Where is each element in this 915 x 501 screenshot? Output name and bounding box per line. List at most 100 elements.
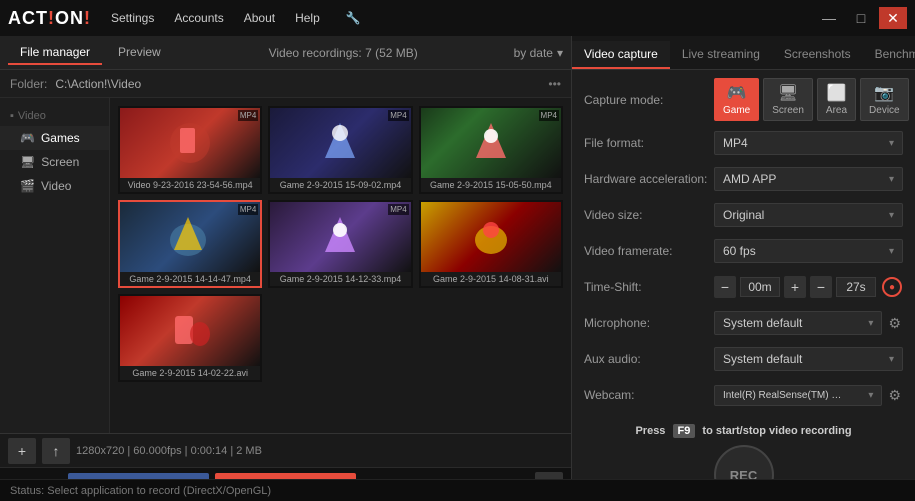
video-icon: 🎬 bbox=[20, 179, 35, 193]
timeshift-minus2-btn[interactable]: − bbox=[810, 276, 832, 298]
video-framerate-value: 60 fps ▾ bbox=[714, 239, 903, 263]
video-framerate-row: Video framerate: 60 fps ▾ bbox=[584, 237, 903, 265]
tab-preview[interactable]: Preview bbox=[106, 41, 173, 65]
tab-benchmark[interactable]: Benchmark bbox=[863, 41, 915, 69]
sidebar-item-games[interactable]: 🎮 Games bbox=[0, 126, 109, 150]
main-container: File manager Preview Video recordings: 7… bbox=[0, 36, 915, 501]
video-thumb-label: Game 2-9-2015 15-05-50.mp4 bbox=[421, 178, 561, 192]
dropdown-arrow-icon: ▾ bbox=[889, 138, 894, 149]
upload-button[interactable]: ↑ bbox=[42, 438, 70, 464]
sort-selector[interactable]: by date ▾ bbox=[514, 46, 563, 60]
video-thumb-3[interactable]: MP4 Game 2-9-2015 15-05-50.mp4 bbox=[419, 106, 563, 194]
nav-settings[interactable]: Settings bbox=[111, 11, 154, 25]
file-format-label: File format: bbox=[584, 136, 714, 150]
nav-help[interactable]: Help bbox=[295, 11, 320, 25]
status-bar: Status: Select application to record (Di… bbox=[0, 479, 915, 501]
hw-accel-dropdown[interactable]: AMD APP ▾ bbox=[714, 167, 903, 191]
video-thumb-label: Video 9-23-2016 23-54-56.mp4 bbox=[120, 178, 260, 192]
dropdown-arrow-icon: ▾ bbox=[889, 210, 894, 221]
timeshift-controls: − 00m + − 27s ● bbox=[714, 276, 903, 298]
video-size-label: Video size: bbox=[584, 208, 714, 222]
titlebar-nav: Settings Accounts About Help 🔧 bbox=[111, 11, 815, 25]
mp4-badge: MP4 bbox=[238, 204, 258, 215]
sidebar-group-video: ▪ Video bbox=[0, 106, 109, 126]
timeshift-plus-btn[interactable]: + bbox=[784, 276, 806, 298]
microphone-gear-button[interactable]: ⚙ bbox=[886, 313, 903, 334]
nav-accounts[interactable]: Accounts bbox=[174, 11, 223, 25]
capture-mode-game[interactable]: 🎮 Game bbox=[714, 78, 759, 121]
wrench-icon[interactable]: 🔧 bbox=[346, 11, 361, 25]
window-controls: — □ ✕ bbox=[815, 7, 907, 29]
left-panel: File manager Preview Video recordings: 7… bbox=[0, 36, 572, 501]
file-format-row: File format: MP4 ▾ bbox=[584, 129, 903, 157]
capture-mode-device[interactable]: 📷 Device bbox=[860, 78, 909, 121]
microphone-label: Microphone: bbox=[584, 316, 714, 330]
video-framerate-label: Video framerate: bbox=[584, 244, 714, 258]
video-thumb-label: Game 2-9-2015 14-14-47.mp4 bbox=[120, 272, 260, 286]
microphone-dropdown[interactable]: System default ▾ bbox=[714, 311, 882, 335]
folder-path: C:\Action!\Video bbox=[55, 77, 141, 91]
mp4-badge: MP4 bbox=[388, 110, 408, 121]
tab-file-manager[interactable]: File manager bbox=[8, 41, 102, 65]
rec-hint: Press F9 to start/stop video recording bbox=[635, 425, 851, 437]
video-framerate-dropdown[interactable]: 60 fps ▾ bbox=[714, 239, 903, 263]
close-button[interactable]: ✕ bbox=[879, 7, 907, 29]
add-button[interactable]: + bbox=[8, 438, 36, 464]
folder-label: Folder: bbox=[10, 77, 47, 91]
video-thumb-label: Game 2-9-2015 14-12-33.mp4 bbox=[270, 272, 410, 286]
aux-audio-dropdown[interactable]: System default ▾ bbox=[714, 347, 903, 371]
sidebar-item-screen[interactable]: 🖥 Screen bbox=[0, 150, 109, 174]
video-thumb-label: Game 2-9-2015 14-02-22.avi bbox=[120, 366, 260, 380]
video-size-dropdown[interactable]: Original ▾ bbox=[714, 203, 903, 227]
video-thumb-5[interactable]: MP4 Game 2-9-2015 14-12-33.mp4 bbox=[268, 200, 412, 288]
device-icon: 📷 bbox=[874, 83, 894, 103]
timeshift-record-btn[interactable]: ● bbox=[882, 277, 902, 297]
file-tabs-row: File manager Preview Video recordings: 7… bbox=[0, 36, 571, 70]
hw-accel-label: Hardware acceleration: bbox=[584, 172, 714, 186]
nav-about[interactable]: About bbox=[244, 11, 275, 25]
right-tabs-row: Video capture Live streaming Screenshots… bbox=[572, 36, 915, 70]
sidebar-group-icon: ▪ bbox=[10, 110, 14, 122]
video-size-row: Video size: Original ▾ bbox=[584, 201, 903, 229]
app-logo: ACT!ON! bbox=[8, 8, 91, 29]
webcam-dropdown[interactable]: Intel(R) RealSense(TM) 3D Camera Vir... … bbox=[714, 385, 882, 406]
microphone-row: Microphone: System default ▾ ⚙ bbox=[584, 309, 903, 337]
capture-mode-label: Capture mode: bbox=[584, 93, 714, 107]
maximize-button[interactable]: □ bbox=[847, 7, 875, 29]
chevron-down-icon: ▾ bbox=[557, 46, 563, 60]
video-thumb-1[interactable]: MP4 Video 9-23-2016 23-54-56.mp4 bbox=[118, 106, 262, 194]
dropdown-arrow-icon: ▾ bbox=[889, 246, 894, 257]
webcam-gear-button[interactable]: ⚙ bbox=[886, 385, 903, 406]
capture-mode-screen[interactable]: 🖥 Screen bbox=[763, 78, 813, 121]
tab-screenshots[interactable]: Screenshots bbox=[772, 41, 863, 69]
video-thumb-label: Game 2-9-2015 15-09-02.mp4 bbox=[270, 178, 410, 192]
capture-mode-area[interactable]: ⬜ Area bbox=[817, 78, 856, 121]
hw-accel-row: Hardware acceleration: AMD APP ▾ bbox=[584, 165, 903, 193]
video-thumb-4[interactable]: MP4 Game 2-9-2015 14-14-47.mp4 bbox=[118, 200, 262, 288]
mp4-badge: MP4 bbox=[238, 110, 258, 121]
sidebar-item-video[interactable]: 🎬 Video bbox=[0, 174, 109, 198]
minimize-button[interactable]: — bbox=[815, 7, 843, 29]
webcam-row: Webcam: Intel(R) RealSense(TM) 3D Camera… bbox=[584, 381, 903, 409]
video-info: 1280x720 | 60.000fps | 0:00:14 | 2 MB bbox=[76, 445, 563, 457]
capture-mode-row: Capture mode: 🎮 Game 🖥 Screen ⬜ bbox=[584, 78, 903, 121]
settings-area: Capture mode: 🎮 Game 🖥 Screen ⬜ bbox=[572, 70, 915, 501]
video-grid: MP4 Video 9-23-2016 23-54-56.mp4 MP4 Gam… bbox=[118, 106, 563, 382]
video-thumb-2[interactable]: MP4 Game 2-9-2015 15-09-02.mp4 bbox=[268, 106, 412, 194]
webcam-value-text: Intel(R) RealSense(TM) 3D Camera Vir... bbox=[723, 390, 843, 401]
timeshift-minus-btn[interactable]: − bbox=[714, 276, 736, 298]
video-thumb-7[interactable]: Game 2-9-2015 14-02-22.avi bbox=[118, 294, 262, 382]
video-thumb-6[interactable]: Game 2-9-2015 14-08-31.avi bbox=[419, 200, 563, 288]
rec-key-badge: F9 bbox=[673, 424, 696, 438]
aux-audio-value: System default ▾ bbox=[714, 347, 903, 371]
gamepad-icon: 🎮 bbox=[727, 83, 747, 103]
webcam-label: Webcam: bbox=[584, 388, 714, 402]
dropdown-arrow-icon: ▾ bbox=[889, 354, 894, 365]
file-format-dropdown[interactable]: MP4 ▾ bbox=[714, 131, 903, 155]
mp4-badge: MP4 bbox=[388, 204, 408, 215]
tab-video-capture[interactable]: Video capture bbox=[572, 41, 670, 69]
timeshift-row: Time-Shift: − 00m + − 27s ● bbox=[584, 273, 903, 301]
tab-live-streaming[interactable]: Live streaming bbox=[670, 41, 772, 69]
folder-menu-icon[interactable]: ••• bbox=[548, 77, 561, 91]
area-icon: ⬜ bbox=[827, 83, 847, 103]
